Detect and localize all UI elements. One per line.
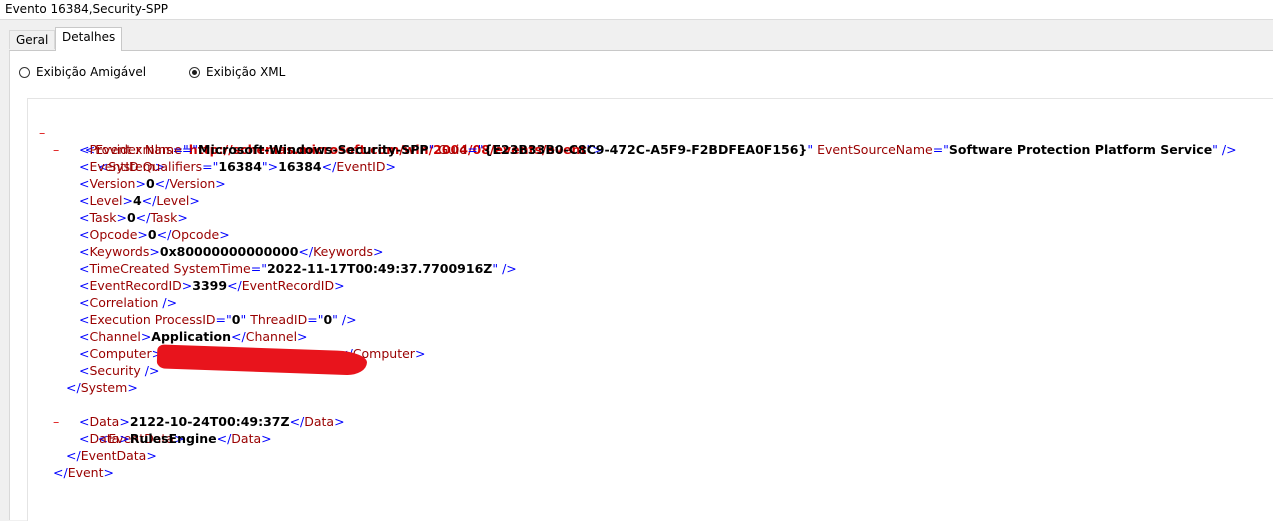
xml-event-close: </Event> (53, 465, 114, 480)
radio-xml-view[interactable]: Exibição XML (189, 64, 285, 80)
xml-eventid: <EventID Qualifiers="16384">16384</Event… (79, 159, 396, 174)
collapse-eventdata-toggle[interactable]: – (53, 413, 59, 430)
collapse-event-toggle[interactable]: – (39, 124, 45, 141)
xml-execution: <Execution ProcessID="0" ThreadID="0" /> (79, 312, 357, 327)
xml-eventrecordid: <EventRecordID>3399</EventRecordID> (79, 278, 345, 293)
xml-correlation: <Correlation /> (79, 295, 178, 310)
xml-eventdata-close: </EventData> (66, 448, 157, 463)
xml-channel: <Channel>Application</Channel> (79, 329, 308, 344)
xml-data-2: <Data>RulesEngine</Data> (79, 431, 272, 446)
tab-geral[interactable]: Geral (9, 30, 56, 49)
xml-security: <Security /> (79, 363, 160, 378)
xml-eventdata-open: – <EventData> (53, 414, 185, 446)
window-titlebar: Evento 16384,Security-SPP (0, 0, 1273, 20)
details-panel: Exibição Amigável Exibição XML – <Event … (9, 50, 1273, 521)
xml-view: – <Event xmlns="http://schemas.microsoft… (27, 98, 1273, 521)
tab-detalhes[interactable]: Detalhes (55, 27, 123, 51)
xml-timecreated: <TimeCreated SystemTime="2022-11-17T00:4… (79, 261, 517, 276)
radio-friendly-view[interactable]: Exibição Amigável (19, 64, 146, 80)
xml-data-1: <Data>2122-10-24T00:49:37Z</Data> (79, 414, 345, 429)
radio-friendly-view-label: Exibição Amigável (36, 65, 147, 79)
xml-opcode: <Opcode>0</Opcode> (79, 227, 230, 242)
xml-version: <Version>0</Version> (79, 176, 226, 191)
xml-system-open: – <System> (53, 142, 166, 174)
xml-system-close: </System> (66, 380, 138, 395)
xml-event-open: – <Event xmlns="http://schemas.microsoft… (39, 125, 603, 157)
window-title: Evento 16384,Security-SPP (5, 2, 169, 16)
xml-level: <Level>4</Level> (79, 193, 200, 208)
radio-xml-view-label: Exibição XML (206, 65, 286, 79)
radio-friendly-view-circle[interactable] (19, 66, 30, 78)
xml-task: <Task>0</Task> (79, 210, 188, 225)
collapse-system-toggle[interactable]: – (53, 141, 59, 158)
xml-provider: <Provider Name="Microsoft-Windows-Securi… (79, 142, 1237, 157)
xml-keywords: <Keywords>0x80000000000000</Keywords> (79, 244, 384, 259)
radio-xml-view-circle[interactable] (189, 66, 200, 78)
